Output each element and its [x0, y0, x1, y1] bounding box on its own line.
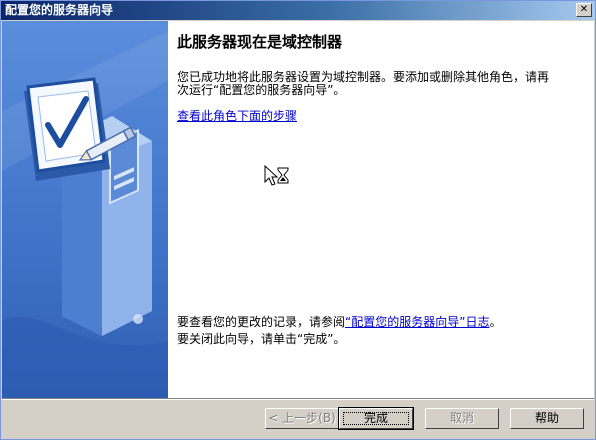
title-bar[interactable]: 配置您的服务器向导 ✕ [1, 1, 595, 20]
close-hint-text: 要关闭此向导，请单击“完成”。 [177, 332, 346, 346]
wizard-log-link[interactable]: “配置您的服务器向导”日志 [345, 315, 489, 329]
back-button[interactable]: < 上一步(B) [265, 408, 339, 429]
view-role-steps-link[interactable]: 查看此角色下面的步骤 [177, 107, 297, 124]
log-line: 要查看您的更改的记录，请参阅“配置您的服务器向导”日志。 [177, 314, 501, 331]
log-prefix: 要查看您的更改的记录，请参阅 [177, 315, 346, 329]
checklist-document-pencil-icon [2, 31, 168, 398]
finish-button[interactable]: 完成 [338, 407, 414, 430]
window-title: 配置您的服务器向导 [5, 3, 114, 17]
side-banner [2, 21, 168, 398]
wizard-window: 配置您的服务器向导 ✕ 此服务器现在是域控制器 您已成功地将此服务器设置为域控制… [0, 0, 596, 440]
description-text: 您已成功地将此服务器设置为域控制器。要添加或删除其他角色，请再次运行“配置您的服… [177, 70, 550, 97]
help-button[interactable]: 帮助 [510, 408, 584, 429]
log-info: 要查看您的更改的记录，请参阅“配置您的服务器向导”日志。 要关闭此向导，请单击“… [177, 314, 501, 348]
log-suffix: 。 [489, 315, 502, 329]
footer-divider [2, 398, 594, 400]
page-heading: 此服务器现在是域控制器 [177, 33, 343, 51]
hourglass-arrow-cursor-icon [264, 164, 290, 190]
cancel-button[interactable]: 取消 [425, 408, 499, 429]
close-button[interactable]: ✕ [576, 3, 592, 17]
wizard-content: 此服务器现在是域控制器 您已成功地将此服务器设置为域控制器。要添加或删除其他角色… [2, 21, 594, 398]
focus-rect [343, 412, 409, 425]
